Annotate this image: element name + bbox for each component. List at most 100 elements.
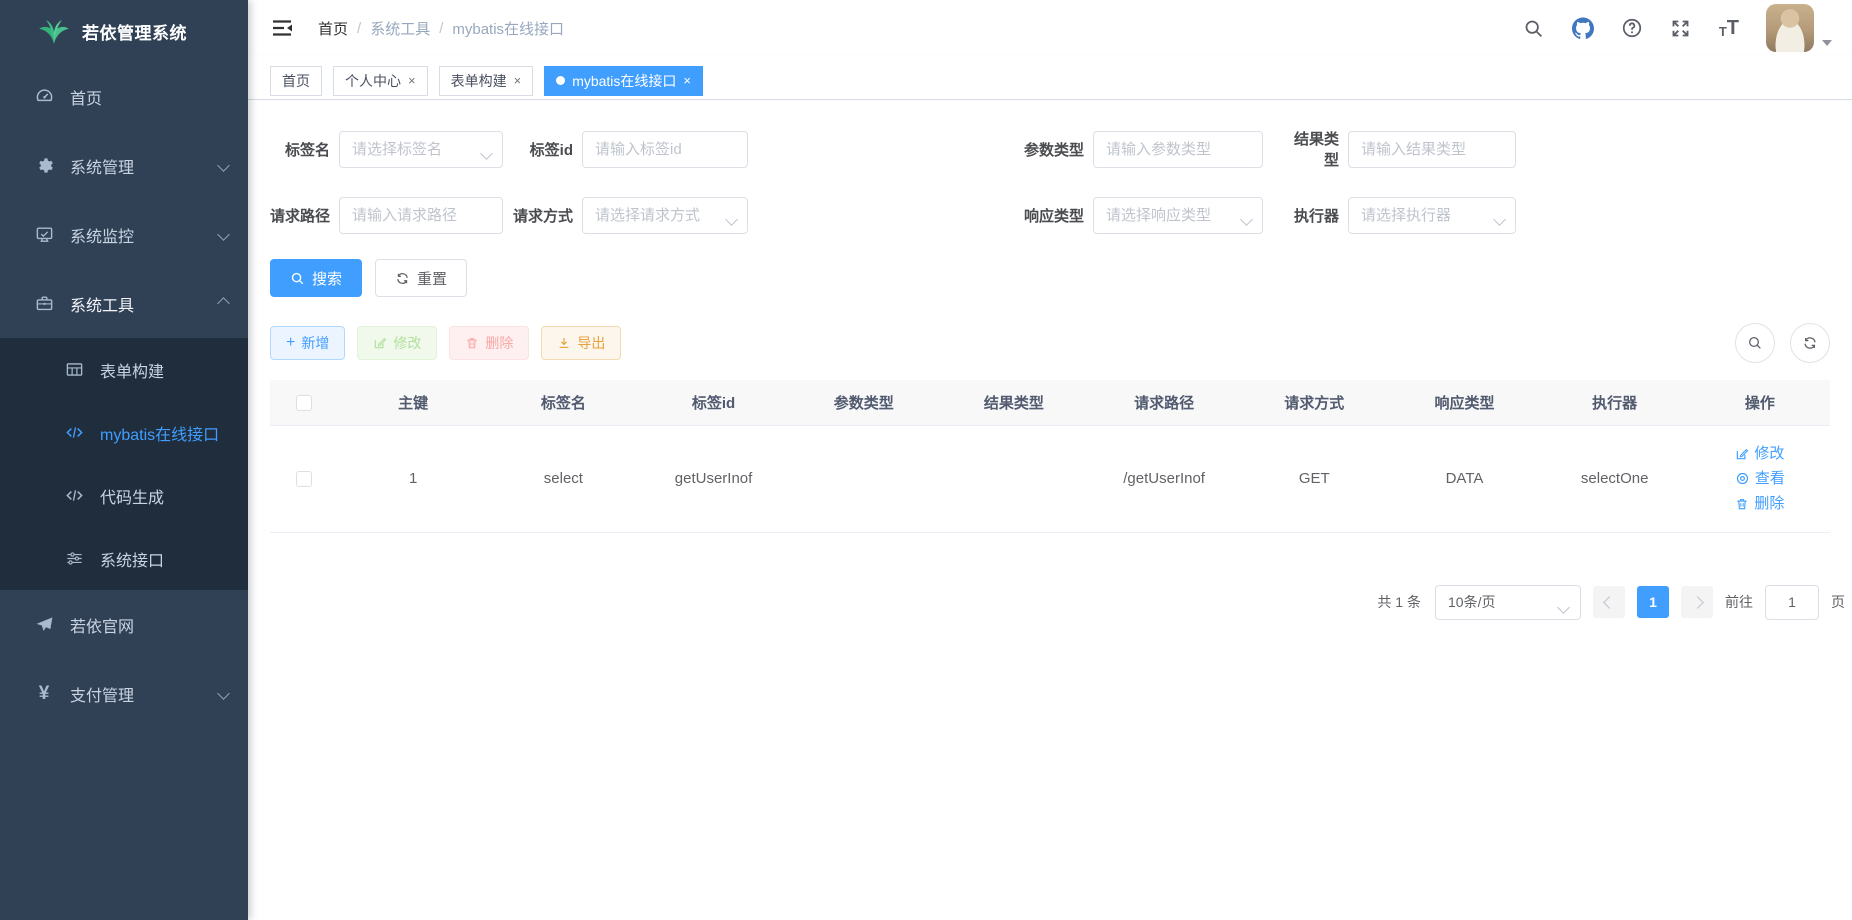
response-type-select-input[interactable] — [1093, 197, 1263, 234]
result-type-input[interactable] — [1348, 131, 1516, 168]
method-select-input[interactable] — [582, 197, 748, 234]
refresh-table-button[interactable] — [1790, 323, 1830, 363]
caret-down-icon — [1822, 40, 1832, 46]
logo[interactable]: 若依管理系统 — [0, 0, 248, 62]
sidebar-item-label: 系统管理 — [70, 154, 134, 178]
search-icon[interactable] — [1523, 17, 1545, 39]
chevron-right-icon — [1691, 596, 1704, 609]
sidebar-item-label: 支付管理 — [70, 682, 134, 706]
executor-select[interactable] — [1348, 197, 1516, 234]
sidebar-item-system-api[interactable]: 系统接口 — [0, 527, 248, 590]
table-mini-actions — [1735, 323, 1830, 363]
field-label: 结果类型 — [1281, 128, 1339, 170]
prev-page-button[interactable] — [1593, 586, 1625, 618]
fullscreen-icon[interactable] — [1670, 17, 1692, 39]
tag-name-select[interactable] — [339, 131, 503, 168]
executor-select-input[interactable] — [1348, 197, 1516, 234]
tag-id-input[interactable] — [582, 131, 748, 168]
sidebar-item-system-monitor[interactable]: 系统监控 — [0, 200, 248, 269]
chevron-down-icon — [219, 685, 228, 703]
edit-button-label: 修改 — [393, 333, 421, 353]
close-icon[interactable]: × — [514, 73, 522, 88]
user-menu[interactable] — [1766, 4, 1832, 52]
param-type-field[interactable] — [1093, 131, 1263, 168]
row-view-link[interactable]: 查看 — [1735, 468, 1785, 490]
sidebar-item-system-management[interactable]: 系统管理 — [0, 131, 248, 200]
column-header-actions: 操作 — [1690, 380, 1830, 425]
page-content: 标签名 标签id 参数类型 — [248, 100, 1852, 920]
field-label: 执行器 — [1281, 205, 1339, 226]
avatar[interactable] — [1766, 4, 1814, 52]
close-icon[interactable]: × — [683, 73, 691, 88]
row-edit-link[interactable]: 修改 — [1735, 443, 1784, 465]
search-button[interactable]: 搜索 — [270, 259, 362, 297]
tags-view-bar: 首页 个人中心 × 表单构建 × mybatis在线接口 × — [248, 56, 1852, 100]
sidebar-item-system-tools[interactable]: 系统工具 — [0, 269, 248, 338]
row-checkbox[interactable] — [296, 471, 312, 487]
tab-home[interactable]: 首页 — [270, 66, 322, 96]
tab-label: 首页 — [282, 71, 310, 91]
close-icon[interactable]: × — [408, 73, 416, 88]
page-number-button[interactable]: 1 — [1637, 586, 1669, 618]
breadcrumb-separator: / — [439, 20, 443, 37]
row-delete-link[interactable]: 删除 — [1735, 493, 1784, 515]
cell-path: /getUserInof — [1089, 425, 1239, 532]
breadcrumb-home[interactable]: 首页 — [318, 18, 348, 39]
chevron-down-icon — [1559, 599, 1568, 615]
sidebar-item-ruoyi-website[interactable]: 若依官网 — [0, 590, 248, 659]
sidebar-menu: 首页 系统管理 系统监控 系统工具 — [0, 62, 248, 728]
goto-page-input[interactable] — [1765, 585, 1819, 620]
path-input[interactable] — [339, 197, 503, 234]
reset-button[interactable]: 重置 — [375, 259, 467, 297]
goto-label: 前往 — [1725, 592, 1753, 612]
field-label: 请求路径 — [270, 205, 330, 226]
method-select[interactable] — [582, 197, 748, 234]
add-button[interactable]: + 新增 — [270, 326, 345, 360]
toggle-search-button[interactable] — [1735, 323, 1775, 363]
tag-id-field[interactable] — [582, 131, 748, 168]
breadcrumb-separator: / — [357, 20, 361, 37]
tab-mybatis-online-api[interactable]: mybatis在线接口 × — [544, 66, 703, 96]
search-icon — [290, 271, 305, 286]
tab-form-builder[interactable]: 表单构建 × — [439, 66, 534, 96]
sidebar-item-home[interactable]: 首页 — [0, 62, 248, 131]
table-toolbar: + 新增 修改 删除 — [270, 323, 1830, 363]
edit-icon — [1735, 447, 1749, 461]
next-page-button[interactable] — [1681, 586, 1713, 618]
filter-result-type: 结果类型 — [1281, 128, 1516, 170]
path-field[interactable] — [339, 197, 503, 234]
response-type-select[interactable] — [1093, 197, 1263, 234]
breadcrumb: 首页 / 系统工具 / mybatis在线接口 — [318, 18, 564, 39]
github-icon[interactable] — [1572, 17, 1594, 39]
sidebar-item-form-builder[interactable]: 表单构建 — [0, 338, 248, 401]
sidebar: 若依管理系统 首页 系统管理 系统监控 — [0, 0, 248, 920]
monitor-icon — [34, 225, 54, 245]
text-size-icon[interactable]: TT — [1719, 18, 1739, 38]
breadcrumb-section: 系统工具 — [370, 18, 430, 39]
sidebar-item-code-generation[interactable]: 代码生成 — [0, 464, 248, 527]
tab-profile[interactable]: 个人中心 × — [333, 66, 428, 96]
param-type-input[interactable] — [1093, 131, 1263, 168]
select-all-checkbox[interactable] — [296, 395, 312, 411]
export-button[interactable]: 导出 — [541, 326, 621, 360]
tag-name-select-input[interactable] — [339, 131, 503, 168]
goto-unit: 页 — [1831, 592, 1845, 612]
edit-button[interactable]: 修改 — [357, 326, 437, 360]
column-header-response-type: 响应类型 — [1389, 380, 1539, 425]
page-size-select[interactable]: 10条/页 — [1435, 585, 1581, 620]
result-type-field[interactable] — [1348, 131, 1516, 168]
goto-page-field[interactable] — [1765, 585, 1819, 620]
chevron-down-icon — [219, 226, 228, 244]
column-header-tag-name: 标签名 — [488, 380, 638, 425]
yen-icon: ¥ — [34, 684, 54, 704]
help-icon[interactable] — [1621, 17, 1643, 39]
sidebar-item-payment-management[interactable]: ¥ 支付管理 — [0, 659, 248, 728]
sidebar-item-mybatis-online-api[interactable]: mybatis在线接口 — [0, 401, 248, 464]
refresh-icon — [395, 271, 410, 286]
delete-button[interactable]: 删除 — [449, 326, 529, 360]
sidebar-collapse-icon[interactable] — [270, 16, 294, 40]
search-button-label: 搜索 — [312, 268, 342, 289]
filter-tag-id: 标签id — [513, 131, 748, 168]
download-icon — [557, 336, 571, 350]
table-header-row: 主键 标签名 标签id 参数类型 结果类型 请求路径 请求方式 响应类型 执行器… — [270, 380, 1830, 425]
